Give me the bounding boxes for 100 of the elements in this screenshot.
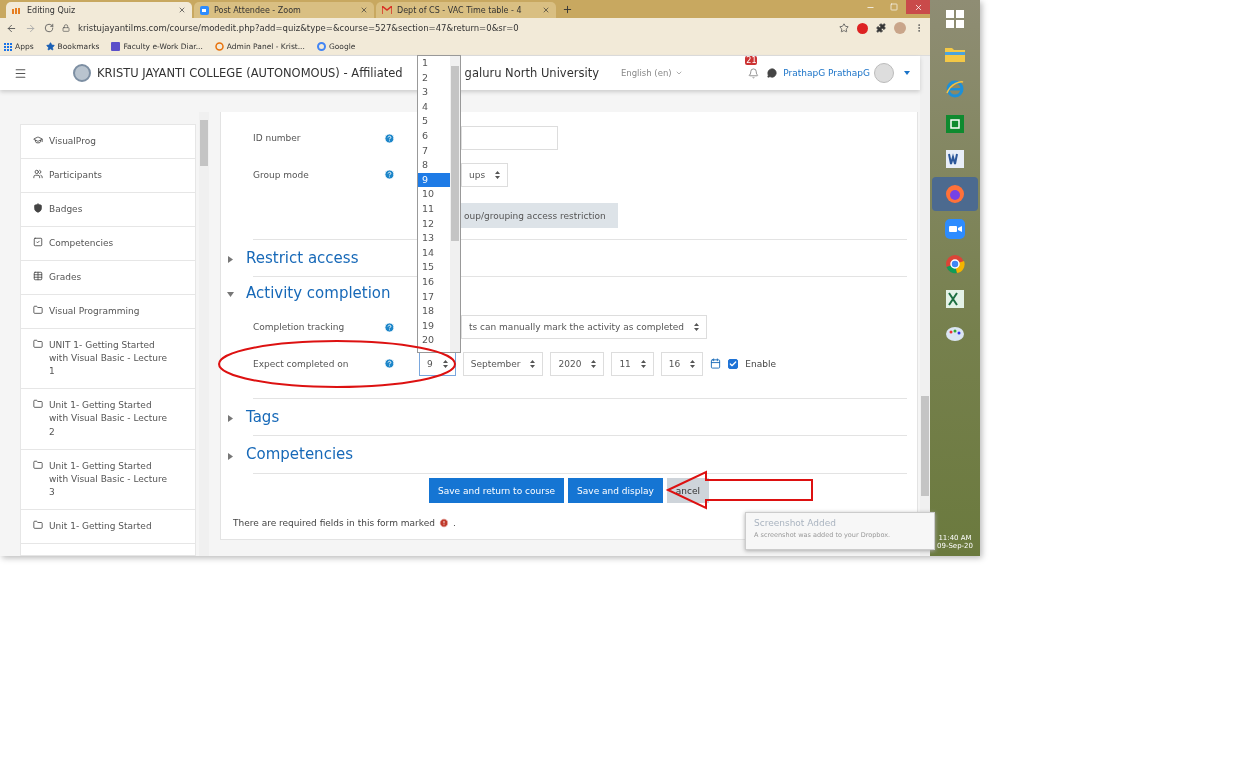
sort-arrows-icon: [591, 359, 597, 368]
dropdown-option[interactable]: 16: [418, 274, 450, 290]
fox-globe-icon[interactable]: [945, 184, 965, 204]
sidebar-item[interactable]: Unit 1- Getting Started: [21, 509, 195, 544]
puzzle-icon[interactable]: [876, 23, 886, 33]
video-camera-icon[interactable]: [945, 219, 965, 239]
sidebar-item[interactable]: UNIT 1- Getting Started with Visual Basic - Lecture 1: [21, 329, 195, 390]
menu-icon[interactable]: [14, 66, 27, 80]
help-icon[interactable]: [384, 321, 395, 333]
caret-right-icon[interactable]: [227, 256, 234, 264]
dropdown-option[interactable]: 5: [418, 114, 450, 129]
store-icon[interactable]: [946, 115, 964, 133]
sidebar-scrollbar[interactable]: [199, 112, 209, 556]
bell-icon[interactable]: [748, 67, 760, 79]
dropdown-option[interactable]: 14: [418, 245, 450, 261]
select-field[interactable]: ups: [461, 162, 509, 187]
form-button[interactable]: Save and display: [568, 478, 663, 504]
dropdown-option[interactable]: 10: [418, 187, 450, 202]
caret-down-icon[interactable]: [904, 71, 910, 75]
dropdown-option[interactable]: 1: [418, 56, 450, 71]
caret-down-icon[interactable]: [227, 291, 234, 299]
date-select[interactable]: September: [462, 351, 544, 376]
google-icon: [316, 42, 326, 51]
sort-arrows-icon: [442, 359, 448, 368]
chat-icon[interactable]: [767, 68, 778, 78]
caret-right-icon[interactable]: [227, 453, 234, 460]
dropdown-option[interactable]: 11: [418, 201, 450, 217]
enable-label: Enable: [745, 358, 776, 369]
back-icon[interactable]: [6, 22, 17, 34]
site-name[interactable]: KRISTU JAYANTI COLLEGE (AUTONOMOUS) - Affiliated: [97, 66, 403, 80]
sidebar-item[interactable]: Participants: [21, 159, 195, 194]
section-heading[interactable]: Activity completion: [246, 283, 391, 302]
stop-sign-icon[interactable]: [857, 22, 868, 34]
dropdown-option[interactable]: 6: [418, 128, 450, 144]
toast-title: Screenshot Added: [754, 518, 837, 528]
new-tab-icon[interactable]: [562, 4, 573, 15]
dropdown-option[interactable]: 9: [418, 172, 450, 188]
restriction-button[interactable]: oup/grouping access restriction: [461, 203, 618, 229]
close-icon[interactable]: [913, 2, 923, 12]
dropdown-option[interactable]: 4: [418, 99, 450, 115]
browser-tab[interactable]: Post Attendee - Zoom: [194, 2, 374, 18]
dropdown-option[interactable]: 13: [418, 231, 450, 246]
user-name[interactable]: PrathapG PrathapG: [783, 68, 870, 78]
document-w-icon[interactable]: [946, 150, 964, 168]
browser-tab[interactable]: Dept of CS - VAC Time table - 4: [376, 2, 556, 18]
language-menu[interactable]: English (en): [620, 68, 683, 78]
dropdown-option[interactable]: 8: [418, 158, 450, 173]
date-select[interactable]: 2020: [550, 351, 605, 376]
dropdown-option[interactable]: 20: [418, 333, 450, 348]
form-button[interactable]: Save and return to course: [429, 478, 565, 504]
lock-icon: [62, 24, 70, 32]
ring-icon: [214, 42, 224, 51]
browser-e-icon[interactable]: [945, 79, 965, 99]
date-select[interactable]: 16: [660, 351, 704, 376]
caret-down-icon[interactable]: [674, 69, 683, 77]
users-icon: [33, 169, 43, 180]
sidebar-item[interactable]: VisualProg: [21, 125, 195, 160]
sidebar-item[interactable]: Unit 1- Getting Started with Visual Basic - Lecture 3: [21, 449, 195, 510]
close-icon[interactable]: [178, 6, 186, 14]
sort-arrows-icon: [694, 323, 700, 331]
dropdown-option[interactable]: 15: [418, 260, 450, 275]
reload-icon[interactable]: [44, 23, 54, 33]
sidebar-item[interactable]: Competencies: [21, 227, 195, 262]
palette-icon[interactable]: [945, 326, 965, 342]
dropdown-option[interactable]: 7: [418, 143, 450, 159]
sidebar-item[interactable]: Visual Programming: [21, 295, 195, 330]
dropdown-option[interactable]: 17: [418, 289, 450, 305]
section-heading[interactable]: Restrict access: [246, 248, 359, 267]
close-icon[interactable]: [542, 6, 550, 14]
windows-logo-icon[interactable]: [946, 10, 964, 28]
star-icon: [45, 42, 55, 51]
sidebar-item[interactable]: Unit 1- Getting Started with Visual Basic - Lecture 2: [21, 389, 195, 450]
spreadsheet-x-icon[interactable]: [946, 290, 964, 308]
browser-tab[interactable]: Editing Quiz: [6, 2, 192, 18]
sidebar-item[interactable]: Grades: [21, 261, 195, 296]
dropdown-option[interactable]: 2: [418, 70, 450, 86]
dropdown-option[interactable]: 18: [418, 304, 450, 319]
page-scrollbar[interactable]: [920, 56, 930, 556]
help-icon[interactable]: [384, 169, 395, 181]
help-icon[interactable]: [384, 132, 395, 144]
close-icon[interactable]: [360, 6, 368, 14]
dropdown-scrollbar[interactable]: [450, 56, 460, 352]
calendar-icon[interactable]: [710, 358, 722, 370]
dropdown-option[interactable]: 12: [418, 216, 450, 232]
section-heading[interactable]: Tags: [246, 407, 280, 426]
dropdown-option[interactable]: 19: [418, 318, 450, 334]
folder-icon[interactable]: [945, 46, 965, 62]
date-select[interactable]: 11: [611, 351, 654, 376]
site-name[interactable]: galuru North University: [464, 66, 599, 80]
sidebar-item[interactable]: Badges: [21, 193, 195, 228]
caret-right-icon[interactable]: [227, 415, 234, 423]
help-icon[interactable]: [384, 358, 395, 370]
enable-checkbox[interactable]: [728, 358, 739, 369]
input-field[interactable]: [461, 126, 558, 151]
section-heading[interactable]: Competencies: [246, 445, 354, 464]
day-dropdown-list[interactable]: 1 2 3 4 5 6 7 8 9 10 11 12 13 14 15 16 17 18 19 20: [417, 55, 461, 353]
chrome-circle-icon[interactable]: [945, 254, 965, 274]
dropdown-option[interactable]: 3: [418, 85, 450, 100]
bookmark-star-icon[interactable]: [839, 23, 849, 33]
select-field[interactable]: ts can manually mark the activity as completed: [461, 315, 708, 339]
